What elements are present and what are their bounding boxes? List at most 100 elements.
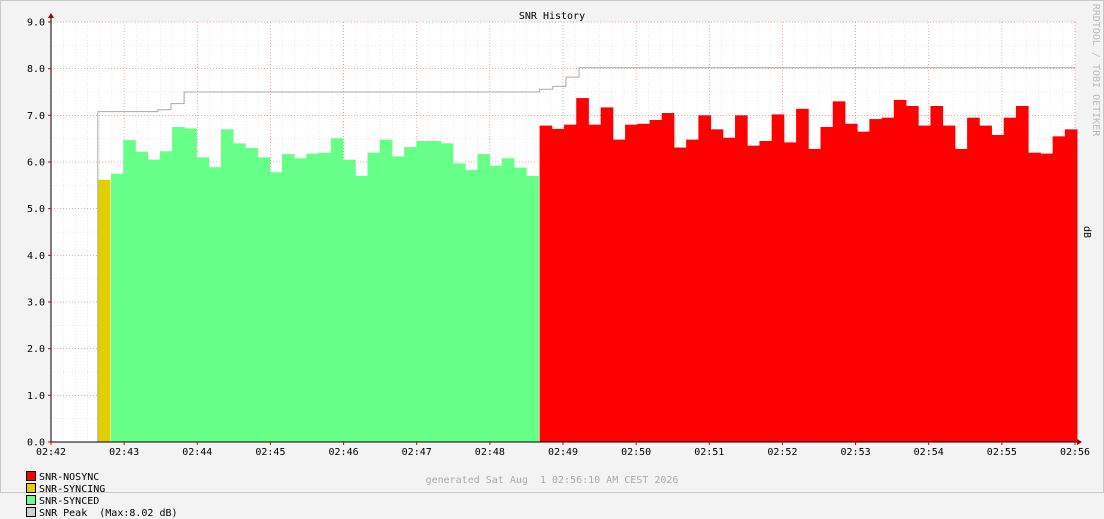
bar-snr-nosync	[1003, 117, 1017, 443]
bar-snr-nosync	[820, 127, 834, 442]
bar-snr-nosync	[893, 99, 907, 442]
legend-label-peak: SNR Peak	[39, 508, 88, 519]
legend-label-synced: SNR-SYNCED	[39, 496, 100, 507]
bar-snr-nosync	[918, 125, 931, 442]
y-tick-label: 7.0	[27, 111, 45, 122]
bar-snr-nosync	[735, 115, 748, 442]
bar-snr-synced	[416, 141, 429, 442]
y-tick-label: 8.0	[27, 64, 45, 75]
bar-snr-synced	[428, 141, 442, 442]
x-axis-arrow	[1077, 439, 1082, 445]
y-axis-arrow	[48, 13, 54, 18]
y-tick-label: 2.0	[27, 344, 45, 355]
x-tick-label: 02:53	[841, 447, 871, 458]
legend-swatch-synced	[26, 495, 37, 505]
x-tick-label: 02:54	[914, 447, 944, 458]
bar-snr-synced	[489, 165, 503, 442]
legend-item-peak: SNR Peak (Max:8.02 dB)	[26, 507, 178, 519]
bar-snr-nosync	[612, 139, 626, 442]
bar-snr-synced	[367, 152, 381, 442]
bar-snr-synced	[355, 176, 368, 442]
bar-snr-synced	[123, 140, 136, 443]
y-axis-label: dB	[1081, 226, 1092, 238]
bar-snr-nosync	[808, 148, 821, 442]
legend: SNR-NOSYNC SNR-SYNCING SNR-SYNCED SNR Pe…	[14, 460, 188, 519]
bar-snr-nosync	[722, 137, 736, 442]
x-tick-label: 02:52	[767, 447, 797, 458]
bar-snr-synced	[135, 151, 149, 442]
bar-snr-nosync	[954, 148, 968, 442]
bar-snr-nosync	[906, 106, 919, 442]
bar-snr-nosync	[588, 124, 602, 443]
series-areas	[97, 98, 1078, 443]
bar-snr-nosync	[625, 124, 638, 443]
bar-snr-synced	[391, 156, 405, 442]
bar-snr-nosync	[637, 123, 650, 442]
bar-snr-synced	[501, 158, 515, 442]
bar-snr-nosync	[686, 139, 699, 442]
bar-snr-nosync	[796, 108, 809, 443]
bar-snr-synced	[330, 138, 344, 442]
bar-snr-nosync	[710, 129, 724, 443]
bar-snr-synced	[220, 129, 234, 443]
bar-snr-nosync	[783, 142, 797, 442]
bar-snr-synced	[404, 147, 417, 443]
bar-snr-nosync	[1028, 152, 1041, 442]
x-tick-label: 02:51	[694, 447, 724, 458]
bar-snr-synced	[514, 167, 527, 442]
legend-swatch-peak	[26, 507, 37, 517]
bar-snr-nosync	[942, 125, 956, 442]
bar-snr-nosync	[1015, 106, 1029, 442]
bar-snr-synced	[184, 128, 197, 442]
bar-snr-nosync	[600, 107, 614, 443]
snr-history-chart: 0.01.02.03.04.05.06.07.08.09.0 02:42 02:4…	[27, 4, 1101, 458]
bar-snr-nosync	[771, 114, 785, 443]
bar-snr-synced	[306, 153, 320, 442]
bar-snr-nosync	[564, 124, 577, 443]
bar-snr-synced	[440, 143, 454, 443]
y-tick-label: 4.0	[27, 251, 45, 262]
x-tick-label: 02:47	[402, 447, 432, 458]
x-tick-label: 02:55	[987, 447, 1017, 458]
bar-snr-synced	[379, 139, 393, 442]
bar-snr-nosync	[979, 125, 992, 442]
bar-snr-synced	[269, 172, 283, 442]
bar-snr-synced	[452, 163, 466, 442]
bar-snr-nosync	[1040, 153, 1054, 442]
bar-snr-nosync	[967, 117, 980, 443]
bar-snr-nosync	[551, 128, 565, 442]
bar-snr-synced	[233, 143, 246, 443]
bar-snr-nosync	[698, 115, 712, 442]
y-tick-labels: 0.01.02.03.04.05.06.07.08.09.0	[27, 18, 45, 449]
bar-snr-synced	[343, 159, 356, 442]
bar-snr-synced	[159, 151, 173, 442]
legend-item-synced: SNR-SYNCED	[26, 495, 99, 507]
bar-snr-nosync	[991, 134, 1005, 442]
bar-snr-synced	[110, 173, 124, 442]
bar-snr-nosync	[539, 125, 553, 442]
bar-snr-nosync	[857, 131, 870, 442]
y-tick-label: 9.0	[27, 18, 45, 29]
x-tick-label: 02:43	[109, 447, 139, 458]
bar-snr-nosync	[747, 145, 760, 442]
bar-snr-synced	[465, 169, 478, 442]
bar-snr-synced	[526, 176, 539, 442]
bar-snr-synced	[318, 152, 332, 442]
bar-snr-synced	[208, 167, 222, 442]
y-tick-label: 3.0	[27, 298, 45, 309]
bar-snr-nosync	[1052, 136, 1066, 443]
legend-peak-max: (Max:8.02 dB)	[99, 508, 178, 519]
y-tick-label: 5.0	[27, 204, 45, 215]
y-tick-label: 6.0	[27, 158, 45, 169]
bar-snr-nosync	[844, 123, 858, 442]
bar-snr-nosync	[1064, 129, 1078, 443]
x-tick-label: 02:50	[621, 447, 651, 458]
x-tick-label: 02:56	[1060, 447, 1090, 458]
bar-snr-nosync	[649, 120, 663, 442]
bar-snr-synced	[196, 157, 210, 443]
bar-snr-nosync	[881, 117, 895, 443]
x-tick-label: 02:46	[329, 447, 359, 458]
x-tick-label: 02:42	[36, 447, 66, 458]
bar-snr-synced	[172, 127, 185, 442]
x-tick-label: 02:44	[182, 447, 212, 458]
